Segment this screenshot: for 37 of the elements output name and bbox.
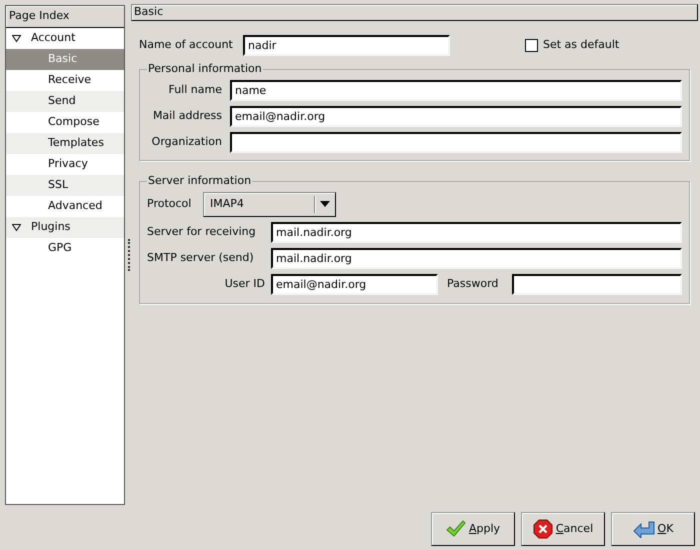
checkmark-icon	[446, 520, 466, 538]
field-label: User ID	[224, 276, 266, 292]
return-arrow-icon	[632, 520, 655, 538]
input-field[interactable]	[230, 132, 682, 152]
expander-icon[interactable]	[12, 34, 21, 43]
field-label: Protocol	[147, 196, 192, 212]
tree-item[interactable]: SSL	[6, 175, 124, 196]
field-label: Name of account	[139, 36, 234, 53]
dialog-button[interactable]: Cancel	[521, 512, 605, 546]
column-header[interactable]: Page Index	[6, 6, 124, 28]
dropdown-arrow-icon	[320, 201, 330, 207]
field-label: Full name	[167, 82, 223, 98]
checkbox[interactable]	[525, 38, 538, 52]
cancel-icon	[532, 519, 553, 539]
dialog-button[interactable]: Apply	[431, 512, 515, 546]
field-label: SMTP server (send)	[147, 250, 255, 266]
field-label: Server for receiving	[147, 224, 257, 240]
group-title: Server information	[147, 173, 252, 189]
input-field[interactable]: name	[230, 80, 682, 100]
tree-item[interactable]: Plugins	[6, 217, 124, 238]
protocol-dropdown[interactable]: IMAP4	[203, 192, 336, 216]
field-label: Mail address	[152, 108, 223, 124]
input-field[interactable]	[512, 274, 682, 294]
page-title: Basic	[131, 4, 698, 21]
checkbox-label: Set as default	[543, 36, 620, 53]
group-title: Personal information	[147, 61, 263, 77]
expander-icon[interactable]	[12, 223, 21, 232]
field-label: Password	[447, 276, 500, 292]
input-field[interactable]: email@nadir.org	[271, 274, 438, 294]
dialog-button[interactable]: OK	[611, 512, 695, 546]
input-field[interactable]: mail.nadir.org	[271, 248, 682, 268]
tree-item[interactable]: Templates	[6, 133, 124, 154]
input-field[interactable]: mail.nadir.org	[271, 222, 682, 242]
tree-item[interactable]: Send	[6, 91, 124, 112]
field-label: Organization	[150, 134, 223, 150]
input-field[interactable]: nadir	[243, 34, 450, 56]
input-field[interactable]: email@nadir.org	[230, 106, 682, 126]
